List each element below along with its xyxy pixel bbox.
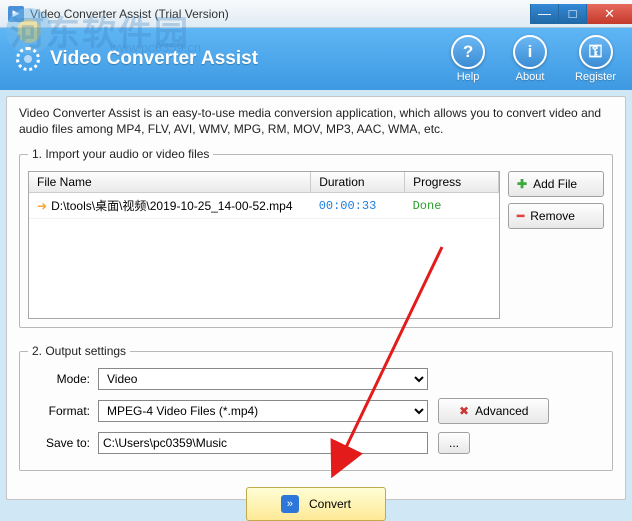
file-progress: Done: [413, 199, 442, 213]
tools-icon: ✖: [459, 404, 469, 418]
app-title: Video Converter Assist: [50, 48, 258, 70]
help-button[interactable]: ? Help: [451, 35, 485, 83]
remove-label: Remove: [530, 209, 575, 223]
close-button[interactable]: ✕: [586, 4, 632, 24]
convert-button[interactable]: » Convert: [246, 487, 386, 521]
gear-icon: [16, 47, 40, 71]
title-bar: Video Converter Assist (Trial Version) —…: [0, 0, 632, 28]
minus-icon: ━: [517, 209, 524, 223]
plus-icon: ✚: [517, 177, 527, 191]
minimize-button[interactable]: —: [530, 4, 558, 24]
save-to-input[interactable]: [98, 432, 428, 454]
register-button[interactable]: ⚿ Register: [575, 35, 616, 83]
add-file-button[interactable]: ✚ Add File: [508, 171, 604, 197]
register-label: Register: [575, 71, 616, 83]
convert-label: Convert: [309, 497, 351, 511]
save-to-label: Save to:: [28, 436, 98, 450]
table-row[interactable]: ➜D:\tools\桌面\视频\2019-10-25_14-00-52.mp4 …: [29, 193, 499, 219]
format-select[interactable]: MPEG-4 Video Files (*.mp4): [98, 400, 428, 422]
browse-button[interactable]: ...: [438, 432, 470, 454]
file-duration: 00:00:33: [319, 199, 377, 213]
output-legend: 2. Output settings: [28, 344, 130, 358]
column-header-progress[interactable]: Progress: [405, 172, 499, 193]
play-icon: »: [281, 495, 299, 513]
format-label: Format:: [28, 404, 98, 418]
maximize-button[interactable]: □: [558, 4, 586, 24]
remove-button[interactable]: ━ Remove: [508, 203, 604, 229]
file-table[interactable]: File Name Duration Progress ➜ D:\tools\桌面…: [28, 171, 500, 319]
column-header-duration[interactable]: Duration: [311, 172, 405, 193]
description-text: Video Converter Assist is an easy-to-use…: [19, 105, 613, 137]
import-fieldset: 1. Import your audio or video files File…: [19, 147, 613, 328]
info-icon: i: [513, 35, 547, 69]
import-legend: 1. Import your audio or video files: [28, 147, 213, 161]
key-icon: ⚿: [579, 35, 613, 69]
about-button[interactable]: i About: [513, 35, 547, 83]
app-icon: [8, 6, 24, 22]
banner: Video Converter Assist ? Help i About ⚿ …: [0, 28, 632, 90]
add-file-label: Add File: [533, 177, 577, 191]
help-label: Help: [457, 71, 480, 83]
window-title: Video Converter Assist (Trial Version): [30, 7, 530, 21]
mode-label: Mode:: [28, 372, 98, 386]
file-name: D:\tools\桌面\视频\2019-10-25_14-00-52.mp4: [51, 199, 292, 213]
output-fieldset: 2. Output settings Mode: Video Format: M…: [19, 344, 613, 471]
mode-select[interactable]: Video: [98, 368, 428, 390]
advanced-button[interactable]: ✖ Advanced: [438, 398, 549, 424]
about-label: About: [516, 71, 545, 83]
question-icon: ?: [451, 35, 485, 69]
advanced-label: Advanced: [475, 404, 528, 418]
main-panel: Video Converter Assist is an easy-to-use…: [6, 96, 626, 500]
file-icon: ➜: [37, 199, 47, 213]
column-header-name[interactable]: File Name: [29, 172, 311, 193]
